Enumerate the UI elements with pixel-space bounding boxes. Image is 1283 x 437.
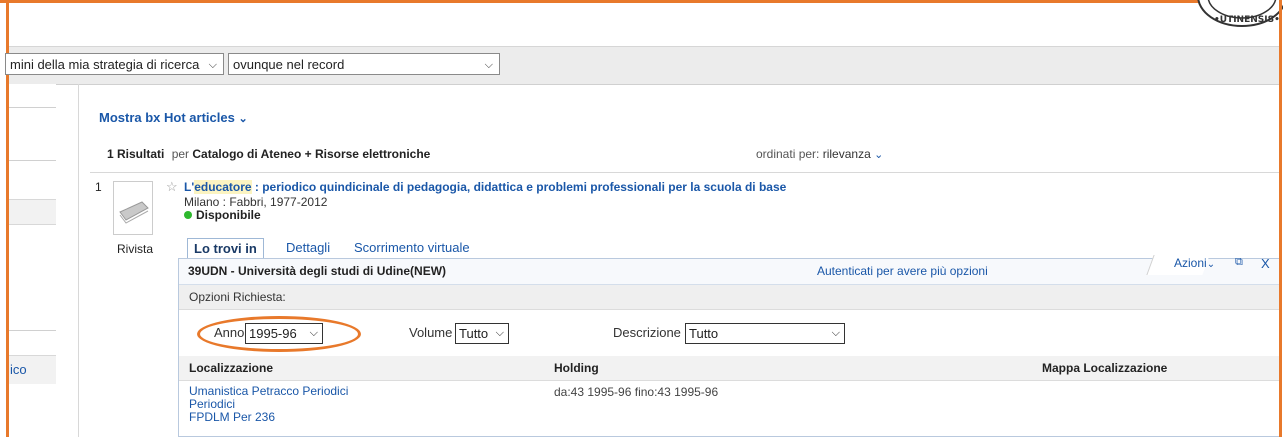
sort-control[interactable]: ordinati per: rilevanza ⌄	[756, 147, 883, 161]
table-row[interactable]: Umanistica Petracco Periodici Periodici …	[189, 385, 348, 424]
descrizione-value: Tutto	[689, 326, 719, 341]
chevron-down-icon: ⌄	[1206, 259, 1216, 270]
chevron-down-icon: ⌵	[831, 327, 840, 339]
record-title-rest: : periodico quindicinale di pedagogia, d…	[251, 180, 787, 194]
tab-scorrimento-virtuale[interactable]: Scorrimento virtuale	[354, 238, 470, 258]
chevron-down-icon: ⌵	[208, 59, 217, 71]
anno-highlight-circle	[197, 316, 361, 352]
volume-label: Volume	[409, 325, 453, 340]
results-count: 1 Risultati	[107, 147, 165, 161]
close-panel-button[interactable]: X	[1261, 256, 1270, 271]
record-title-highlight: educatore	[194, 180, 252, 194]
sidebar-section-header	[9, 199, 56, 225]
volume-value: Tutto	[459, 326, 489, 341]
column-header-localizzazione: Localizzazione	[189, 361, 274, 375]
results-divider	[90, 172, 1279, 173]
library-name: 39UDN - Università degli studi di Udine(…	[188, 264, 447, 278]
record-type-label: Rivista	[117, 242, 154, 256]
sidebar-facet-label: ico	[10, 362, 27, 377]
results-summary: 1 Risultati per Catalogo di Ateneo + Ris…	[107, 147, 430, 161]
record-thumbnail[interactable]	[113, 181, 153, 235]
sidebar-border	[78, 84, 79, 437]
sidebar-facet-item[interactable]: ico	[9, 355, 56, 384]
search-options-row: mini della mia strategia di ricerca ⌵ ov…	[5, 47, 1279, 85]
sort-label: ordinati per:	[756, 147, 820, 161]
descrizione-label: Descrizione	[613, 325, 681, 340]
column-header-holding: Holding	[554, 361, 599, 375]
university-seal-logo: •UTINENSIS•	[1197, 0, 1283, 27]
panel-header: 39UDN - Università degli studi di Udine(…	[179, 259, 1279, 285]
hot-articles-toggle[interactable]: Mostra bx Hot articles ⌄	[99, 110, 248, 125]
record-index: 1	[95, 180, 102, 194]
facets-sidebar	[9, 84, 56, 437]
login-link[interactable]: Autenticati per avere più opzioni	[817, 264, 988, 278]
sidebar-divider	[9, 107, 56, 108]
chevron-down-icon: ⌵	[484, 59, 493, 71]
holding-range: da:43 1995-96 fino:43 1995-96	[554, 385, 719, 399]
chevron-down-icon: ⌄	[238, 113, 248, 125]
header-bar	[9, 3, 1279, 47]
record-title-prefix: L'	[184, 180, 195, 194]
tab-lo-trovi-in[interactable]: Lo trovi in	[187, 238, 264, 259]
chevron-down-icon: ⌄	[874, 149, 884, 161]
star-icon[interactable]: ☆	[166, 179, 178, 195]
location-line: FPDLM Per 236	[189, 410, 276, 424]
hot-articles-label: Mostra bx Hot articles	[99, 110, 235, 125]
holdings-table-header: Localizzazione Holding Mappa Localizzazi…	[179, 356, 1279, 381]
sort-value: rilevanza	[822, 147, 871, 161]
record-publication: Milano : Fabbri, 1977-2012	[184, 195, 328, 209]
sidebar-divider	[9, 330, 56, 331]
chevron-down-icon: ⌵	[495, 327, 504, 339]
search-scope-value: mini della mia strategia di ricerca	[10, 57, 200, 72]
volume-select[interactable]: Tutto ⌵	[455, 323, 509, 344]
search-field-value: ovunque nel record	[233, 57, 345, 72]
request-options-row: Opzioni Richiesta:	[179, 285, 1279, 310]
availability-label: Disponibile	[196, 208, 261, 222]
highlight-frame-right	[1279, 0, 1282, 437]
svg-text:•UTINENSIS•: •UTINENSIS•	[1214, 15, 1280, 25]
search-scope-select[interactable]: mini della mia strategia di ricerca ⌵	[5, 53, 224, 75]
record-tabs: Lo trovi in Dettagli Scorrimento virtual…	[181, 238, 1279, 259]
journal-icon	[119, 201, 149, 224]
request-options-label: Opzioni Richiesta:	[189, 290, 286, 304]
actions-menu[interactable]: Azioni⌄	[1174, 256, 1215, 270]
descrizione-select[interactable]: Tutto ⌵	[685, 323, 845, 344]
column-header-mappa: Mappa Localizzazione	[1042, 361, 1168, 375]
results-scope: Catalogo di Ateneo + Risorse elettronich…	[192, 147, 431, 161]
tab-dettagli[interactable]: Dettagli	[286, 238, 330, 258]
actions-label: Azioni	[1174, 256, 1207, 270]
sidebar-divider	[9, 160, 56, 161]
search-field-select[interactable]: ovunque nel record ⌵	[228, 53, 500, 75]
availability-status: Disponibile	[184, 208, 261, 222]
open-new-window-icon[interactable]: ⧉	[1235, 256, 1243, 269]
status-dot-icon	[184, 211, 192, 219]
record-title-link[interactable]: L'educatore : periodico quindicinale di …	[184, 180, 786, 194]
results-per-label: per	[171, 147, 190, 161]
